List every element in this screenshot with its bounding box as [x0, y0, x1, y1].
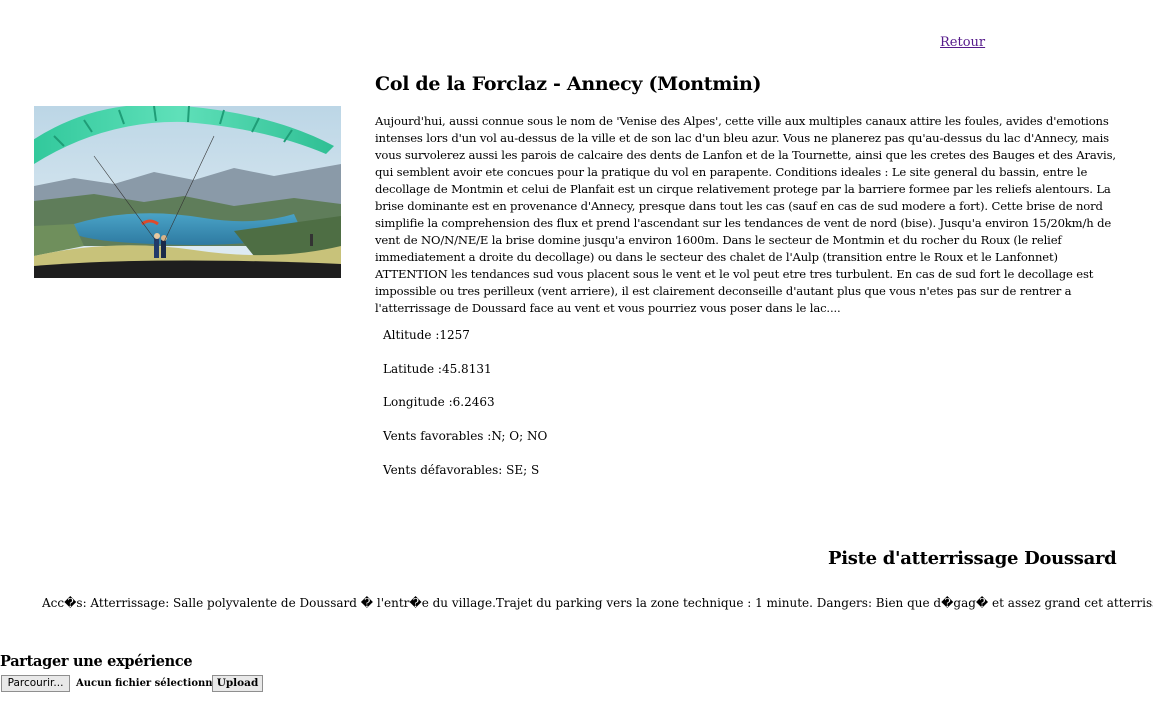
latitude-value: Latitude :45.8131: [383, 361, 492, 376]
browse-button[interactable]: Parcourir...: [1, 674, 70, 692]
unfavorable-winds-value: Vents défavorables: SE; S: [383, 462, 540, 477]
share-experience-title: Partager une expérience: [0, 653, 193, 670]
site-photo: [34, 106, 341, 278]
back-link[interactable]: Retour: [940, 35, 985, 50]
file-status-label: Aucun fichier sélectionné.: [76, 677, 223, 689]
favorable-winds-value: Vents favorables :N; O; NO: [383, 429, 548, 444]
site-info-list: Altitude :1257 Latitude :45.8131 Longitu…: [383, 327, 547, 495]
landing-description: Acc�s: Atterrissage: Salle polyvalente d…: [42, 596, 1153, 610]
site-title: Col de la Forclaz - Annecy (Montmin): [375, 73, 762, 95]
landing-title: Piste d'atterrissage Doussard: [828, 548, 1117, 569]
longitude-value: Longitude :6.2463: [383, 395, 495, 410]
altitude-value: Altitude :1257: [383, 328, 470, 342]
upload-button[interactable]: Upload: [212, 674, 263, 692]
site-detail-page: Retour Col de la Forclaz - Annecy (Montm…: [0, 0, 1153, 705]
site-description: Aujourd'hui, aussi connue sous le nom de…: [375, 114, 1116, 315]
upload-form: Parcourir... Aucun fichier sélectionné. …: [1, 674, 263, 692]
